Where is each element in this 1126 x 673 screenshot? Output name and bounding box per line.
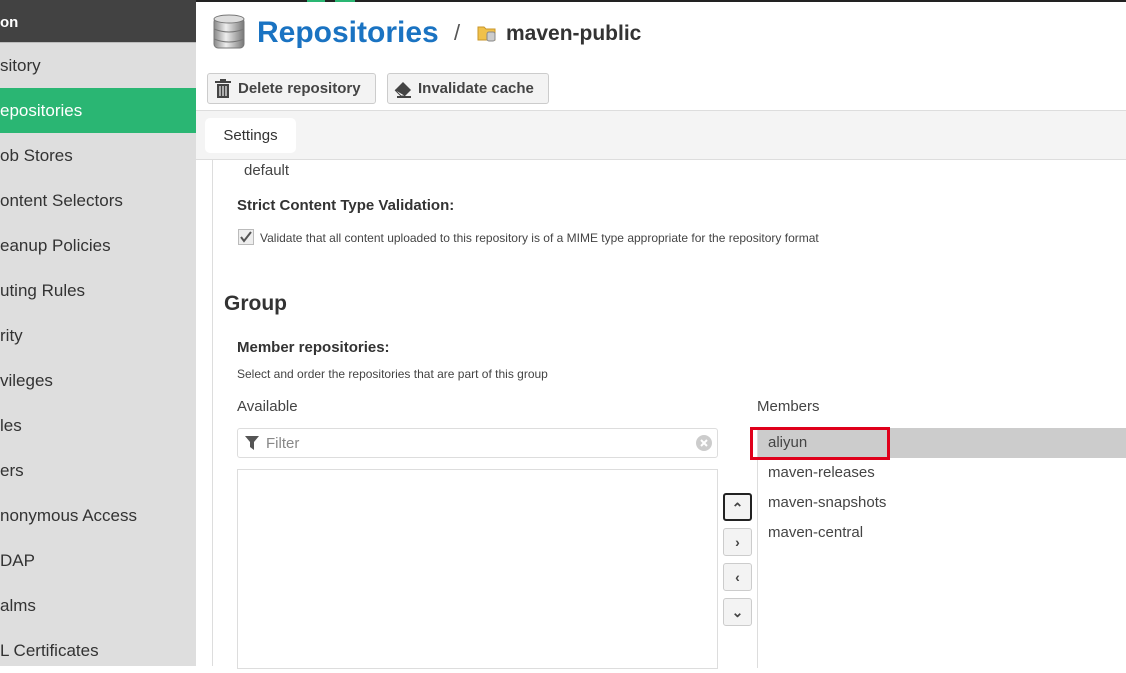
sidebar-item-label: vileges bbox=[0, 371, 53, 390]
filter-icon bbox=[245, 436, 259, 450]
sidebar-item-label: nonymous Access bbox=[0, 506, 138, 525]
sidebar-item-label: ers bbox=[0, 461, 24, 480]
move-down-button[interactable]: ⌄ bbox=[723, 598, 752, 626]
checkmark-icon bbox=[240, 231, 252, 243]
sidebar-item[interactable]: rity bbox=[0, 313, 196, 358]
add-member-button[interactable]: › bbox=[723, 528, 752, 556]
breadcrumb-repo: maven-public bbox=[506, 22, 642, 45]
sidebar-item[interactable]: les bbox=[0, 403, 196, 448]
available-label: Available bbox=[237, 398, 298, 415]
sidebar-item[interactable]: ontent Selectors bbox=[0, 178, 196, 223]
invalidate-label: Invalidate cache bbox=[418, 80, 534, 97]
sidebar-item[interactable]: nonymous Access bbox=[0, 493, 196, 538]
sidebar-header: on bbox=[0, 0, 196, 43]
sidebar-item-label: sitory bbox=[0, 56, 41, 75]
delete-label: Delete repository bbox=[238, 80, 361, 97]
sidebar-item-label: DAP bbox=[0, 551, 35, 570]
group-heading: Group bbox=[224, 292, 287, 315]
members-list[interactable]: aliyun maven-releases maven-snapshots maven… bbox=[757, 428, 1126, 668]
sidebar-item-label: ob Stores bbox=[0, 146, 73, 165]
blob-store-value: default bbox=[244, 162, 290, 179]
sidebar-item-label: uting Rules bbox=[0, 281, 86, 300]
sidebar-item[interactable]: DAP bbox=[0, 538, 196, 583]
eraser-icon bbox=[394, 82, 411, 98]
sidebar-item-label: ontent Selectors bbox=[0, 191, 123, 210]
sidebar-item-label: les bbox=[0, 416, 22, 435]
tab-settings[interactable]: Settings bbox=[205, 118, 296, 153]
highlight-box bbox=[750, 427, 890, 460]
page-title[interactable]: Repositories bbox=[257, 16, 439, 50]
sidebar-item[interactable]: ers bbox=[0, 448, 196, 493]
sidebar-item[interactable]: ob Stores bbox=[0, 133, 196, 178]
move-up-button[interactable]: ⌃ bbox=[723, 493, 752, 521]
sidebar-item[interactable]: uting Rules bbox=[0, 268, 196, 313]
sidebar-item[interactable]: L Certificates bbox=[0, 628, 196, 673]
sidebar-item[interactable]: vileges bbox=[0, 358, 196, 403]
chevron-left-icon: ‹ bbox=[735, 569, 740, 585]
delete-repository-button[interactable]: Delete repository bbox=[207, 73, 376, 104]
filter-placeholder: Filter bbox=[266, 435, 300, 452]
sidebar-item[interactable]: epositories bbox=[0, 88, 196, 133]
folder-repo-icon bbox=[477, 26, 496, 42]
chevron-down-icon: ⌄ bbox=[731, 604, 744, 620]
chevron-up-icon: ⌃ bbox=[731, 500, 744, 516]
sidebar-item[interactable]: eanup Policies bbox=[0, 223, 196, 268]
breadcrumb-separator: / bbox=[454, 20, 461, 45]
filter-input[interactable]: Filter bbox=[237, 428, 718, 458]
members-label: Member repositories: bbox=[237, 339, 390, 356]
settings-form: default Strict Content Type Validation: … bbox=[212, 160, 1126, 669]
sidebar-item-label: L Certificates bbox=[0, 641, 99, 660]
member-item[interactable]: maven-central bbox=[758, 518, 1126, 548]
sidebar-item-label: rity bbox=[0, 326, 23, 345]
trash-icon bbox=[215, 79, 231, 98]
available-list[interactable] bbox=[237, 469, 718, 669]
page-header: Repositories / maven-public Delete repos… bbox=[196, 2, 1126, 111]
chevron-right-icon: › bbox=[735, 534, 740, 550]
tab-bar: Settings bbox=[196, 111, 1126, 160]
members-help: Select and order the repositories that a… bbox=[237, 367, 548, 381]
invalidate-cache-button[interactable]: Invalidate cache bbox=[387, 73, 549, 104]
database-icon bbox=[213, 14, 245, 49]
sidebar: on sitory epositories ob Stores ontent Sele… bbox=[0, 0, 196, 666]
strict-validation-checkbox[interactable] bbox=[238, 229, 254, 245]
sidebar-item-label: alms bbox=[0, 596, 36, 615]
sidebar-item[interactable]: alms bbox=[0, 583, 196, 628]
clear-icon[interactable] bbox=[696, 435, 712, 451]
member-item[interactable]: maven-releases bbox=[758, 458, 1126, 488]
remove-member-button[interactable]: ‹ bbox=[723, 563, 752, 591]
member-item[interactable]: maven-snapshots bbox=[758, 488, 1126, 518]
strict-validation-label: Strict Content Type Validation: bbox=[237, 197, 455, 214]
sidebar-item[interactable]: sitory bbox=[0, 43, 196, 88]
members-list-label: Members bbox=[757, 398, 820, 415]
sidebar-item-label: epositories bbox=[0, 101, 83, 120]
sidebar-item-label: eanup Policies bbox=[0, 236, 111, 255]
strict-validation-description: Validate that all content uploaded to th… bbox=[260, 231, 819, 245]
